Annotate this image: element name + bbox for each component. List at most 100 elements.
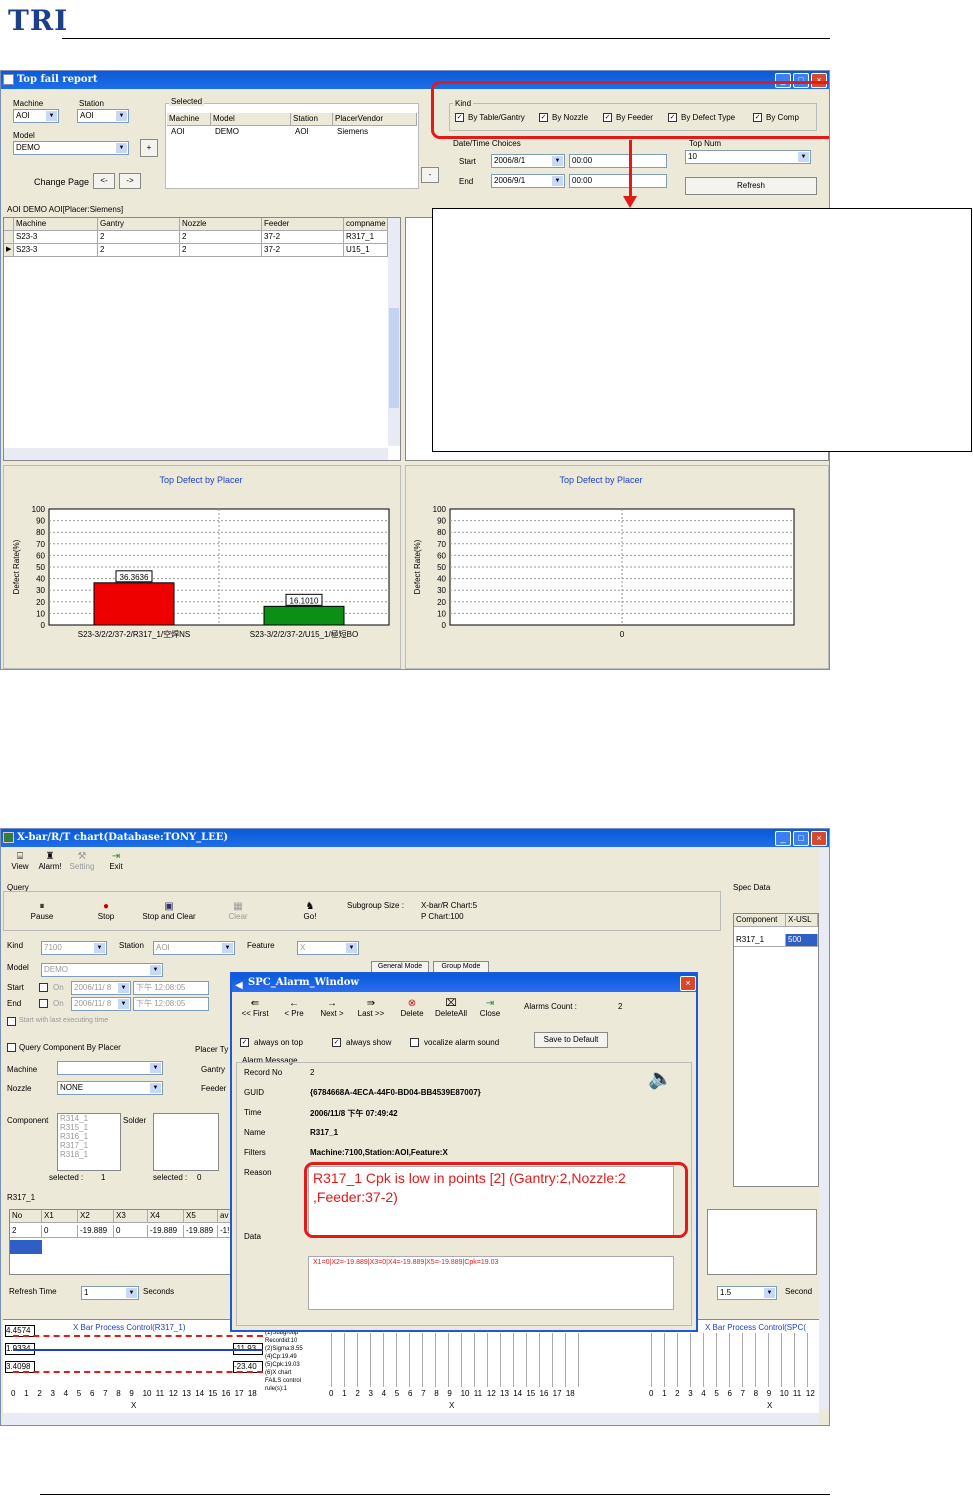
window-vertical-scrollbar[interactable] [819,849,829,1409]
query-by-placer-check[interactable] [7,1043,16,1052]
x-ticks-left: 0 1 2 3 4 5 6 7 8 9 10 11 12 13 14 15 16 17 18 [11,1389,261,1399]
stop-button[interactable]: ● Stop [89,901,123,921]
y-tick-label: 70 [437,540,446,549]
machine-select[interactable] [57,1061,163,1075]
feature-label: Feature [247,941,275,950]
x-tick-label: 16 [539,1389,549,1398]
stop-label: Stop [97,912,115,921]
x-tick-label: 2 [355,1389,360,1398]
last-button[interactable]: ⇛ Last >> [352,998,390,1018]
alarm-close-button[interactable]: × [680,976,696,991]
spec-col-component: Component [734,914,786,927]
x-tick-label: 0 [11,1389,16,1398]
start-last-check[interactable] [7,1017,16,1026]
nozzle-select[interactable]: NONE [57,1081,163,1095]
always-on-top-check[interactable]: ✓ [240,1038,249,1047]
first-button[interactable]: ⇚ << First [236,998,274,1018]
speaker-icon[interactable]: 🔈 [648,1066,673,1091]
right-refresh-select[interactable]: 1.5 [717,1286,777,1300]
x-tick-label: 3 [368,1389,373,1398]
vocalize-check[interactable] [410,1038,419,1047]
view-tool[interactable]: ⌸ View [5,851,35,871]
x-tick-label: 11 [155,1389,165,1398]
go-label: Go! [303,912,317,921]
close-button[interactable]: × [811,831,827,846]
kind-select[interactable]: 7100 [41,941,107,955]
record-no-label: Record No [244,1068,283,1077]
next-button[interactable]: → Next > [314,998,350,1018]
x-tick-label: 1 [24,1389,29,1398]
x-tick-label: 10 [460,1389,470,1398]
xbar-title-right: X Bar Process Control(SPC( [705,1323,806,1332]
spec-cell-component[interactable]: R317_1 [734,934,786,947]
selected-cell[interactable] [10,1240,42,1254]
component-list[interactable]: R314_1 R315_1 R316_1 R317_1 R318_1 [57,1113,121,1171]
x-tick-label: 12 [805,1389,815,1398]
model-select[interactable]: DEMO [41,963,163,977]
end-date-select[interactable]: 2006/11/ 8 [71,997,131,1011]
x-tick-label: 13 [182,1389,191,1398]
alarm-tool[interactable]: ♜ Alarm! [35,851,65,871]
pause-button[interactable]: ⏸ Pause [25,901,59,921]
list-item[interactable]: R316_1 [58,1132,120,1141]
delete-all-button[interactable]: ⌧ DeleteAll [432,998,470,1018]
end-on-check[interactable] [39,999,48,1008]
list-item[interactable]: R315_1 [58,1123,120,1132]
bottom-horizontal-scrollbar[interactable] [3,1413,819,1425]
time-label: Time [244,1108,262,1117]
spec-cell-usl[interactable]: 500 [786,934,818,947]
x-tick-label: 15 [526,1389,536,1398]
always-show-label: always show [346,1038,392,1047]
list-item[interactable]: R317_1 [58,1141,120,1150]
data-textbox[interactable]: X1=0|X2=-19.889|X3=0|X4=-19.889|X5=-19.8… [308,1256,674,1310]
minimize-button[interactable]: _ [775,831,791,846]
list-item[interactable]: R314_1 [58,1114,120,1123]
data-col: X3 [114,1210,148,1223]
stats-line: rule(s):1 [265,1386,288,1392]
go-button[interactable]: ♞ Go! [293,901,327,921]
list-item[interactable]: R318_1 [58,1150,120,1159]
data-col: X2 [78,1210,114,1223]
window-title: X-bar/R/T chart(Database:TONY_LEE) [17,832,229,843]
trash-icon: ⌧ [445,998,457,1009]
alarm-close-tool[interactable]: ⇥ Close [472,998,508,1018]
stats-line: (6)X chart [265,1370,292,1376]
x-axis-label-right: X [767,1401,773,1410]
start-on-check[interactable] [39,983,48,992]
bar [263,605,345,626]
x-tick-label: 1 [342,1389,347,1398]
x-tick-label: 5 [394,1389,400,1398]
pre-button[interactable]: ← < Pre [276,998,312,1018]
exit-tool[interactable]: ⇥ Exit [101,851,131,871]
always-show-check[interactable]: ✓ [332,1038,341,1047]
delete-button[interactable]: ⊗ Delete [394,998,430,1018]
time-value: 2006/11/8 下午 07:49:42 [310,1109,398,1118]
start-date-select[interactable]: 2006/11/ 8 [71,981,131,995]
y-tick-label: 10 [36,609,45,618]
y-tick-label: 30 [36,586,45,595]
end-time-input[interactable]: 下午 12:08:05 [133,997,209,1011]
clear-button[interactable]: ▦ Clear [221,901,255,921]
setting-tool[interactable]: ⚒ Setting [67,851,97,871]
solder-list[interactable] [153,1113,219,1171]
data-cell: 0 [42,1225,78,1238]
x-tick-label: 4 [381,1389,387,1398]
x-tick-label: 7 [740,1389,745,1398]
x-tick-label: 7 [103,1389,108,1398]
stop-clear-button[interactable]: ▣ Stop and Clear [137,901,201,921]
start-time-input[interactable]: 下午 12:08:05 [133,981,209,995]
lcl-line [13,1371,263,1373]
save-default-button[interactable]: Save to Default [534,1032,608,1048]
station-select[interactable]: AOI [153,941,235,955]
alarm-title: SPC_Alarm_Window [248,977,359,988]
selected2-value: 0 [197,1173,202,1182]
data-col: X1 [42,1210,78,1223]
stats-line: Recordid:10 [265,1338,298,1344]
x-tick-label: S23-3/2/2/37-2/U15_1/極短BO [250,629,359,639]
maximize-button[interactable]: □ [793,831,809,846]
x-tick-label: 0 [620,630,625,639]
y-tick-label: 90 [437,517,446,526]
x-tick-label: 4 [63,1389,69,1398]
feature-select[interactable]: X [297,941,359,955]
refresh-time-select[interactable]: 1 [81,1286,139,1300]
